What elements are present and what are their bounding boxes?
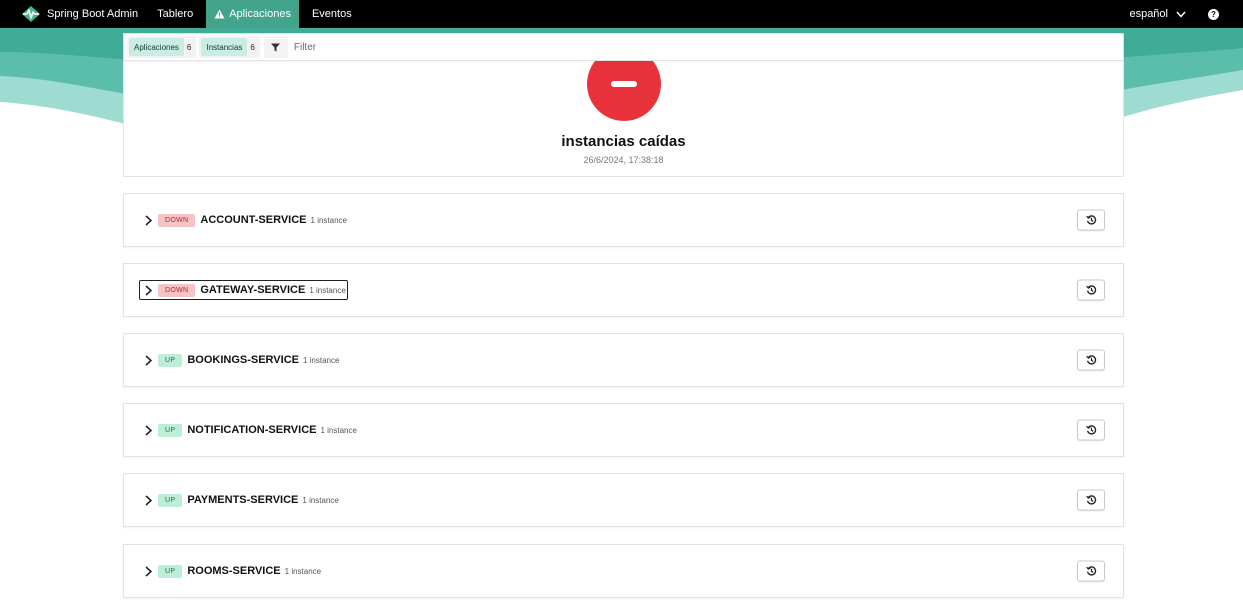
nav-aplicaciones-label: Aplicaciones — [229, 8, 291, 20]
application-name: BOOKINGS-SERVICE — [187, 354, 299, 366]
language-selector[interactable]: español — [1129, 8, 1186, 20]
applications-chip-label: Aplicaciones — [129, 38, 184, 56]
status-badge: UP — [158, 493, 183, 507]
history-icon — [1085, 566, 1096, 576]
chevron-right-icon[interactable] — [141, 493, 155, 507]
history-button[interactable] — [1077, 560, 1105, 582]
application-header[interactable]: UP ROOMS-SERVICE 1 instance — [139, 561, 323, 581]
instances-count-chip: Instancias 6 — [199, 36, 260, 58]
application-header[interactable]: DOWN GATEWAY-SERVICE 1 instance — [139, 280, 348, 300]
history-icon — [1085, 425, 1096, 435]
instance-count: 1 instance — [320, 425, 357, 435]
history-button[interactable] — [1077, 419, 1105, 441]
nav-tablero-label: Tablero — [157, 8, 194, 20]
history-icon — [1085, 355, 1096, 365]
instance-count: 1 instance — [302, 495, 339, 505]
instances-chip-label: Instancias — [201, 38, 248, 56]
status-timestamp: 26/6/2024, 17:38:18 — [583, 155, 664, 165]
instance-count: 1 instance — [309, 285, 346, 295]
filter-bar: Aplicaciones 6 Instancias 6 — [123, 33, 1124, 61]
filter-input[interactable] — [287, 34, 1123, 60]
nav-eventos-label: Eventos — [311, 8, 352, 20]
filter-icon[interactable] — [263, 36, 288, 58]
application-header[interactable]: UP PAYMENTS-SERVICE 1 instance — [139, 490, 341, 510]
history-icon — [1085, 495, 1096, 505]
history-icon — [1085, 285, 1096, 295]
status-badge: UP — [158, 353, 183, 367]
application-card[interactable]: UP NOTIFICATION-SERVICE 1 instance — [123, 403, 1124, 457]
history-button[interactable] — [1077, 279, 1105, 301]
brand-link[interactable]: Spring Boot Admin — [0, 0, 138, 28]
status-badge: DOWN — [158, 213, 196, 227]
nav-tablero[interactable]: Tablero — [148, 0, 202, 28]
instances-chip-count: 6 — [250, 42, 255, 52]
application-header[interactable]: DOWN ACCOUNT-SERVICE 1 instance — [139, 210, 349, 230]
brand-title: Spring Boot Admin — [47, 8, 139, 20]
application-name: NOTIFICATION-SERVICE — [187, 424, 317, 436]
application-card[interactable]: UP ROOMS-SERVICE 1 instance — [123, 544, 1124, 598]
spring-boot-admin-logo-icon — [20, 5, 42, 23]
status-badge: UP — [158, 564, 183, 578]
question-circle-icon[interactable]: ? — [1208, 8, 1219, 20]
nav-aplicaciones[interactable]: Aplicaciones — [206, 0, 299, 28]
application-card[interactable]: UP BOOKINGS-SERVICE 1 instance — [123, 333, 1124, 387]
instance-count: 1 instance — [302, 355, 340, 365]
application-name: PAYMENTS-SERVICE — [187, 494, 299, 506]
chevron-right-icon[interactable] — [141, 283, 155, 297]
status-summary-card: instancias caídas 26/6/2024, 17:38:18 — [123, 61, 1124, 177]
language-label: español — [1129, 8, 1168, 20]
application-name: GATEWAY-SERVICE — [200, 284, 306, 296]
chevron-down-icon — [1176, 11, 1186, 18]
chevron-right-icon[interactable] — [141, 213, 155, 227]
instance-count: 1 instance — [310, 215, 347, 225]
application-header[interactable]: UP BOOKINGS-SERVICE 1 instance — [139, 350, 341, 370]
application-card[interactable]: DOWN ACCOUNT-SERVICE 1 instance — [123, 193, 1124, 247]
applications-chip-count: 6 — [186, 42, 192, 52]
applications-count-chip: Aplicaciones 6 — [127, 36, 197, 58]
application-header[interactable]: UP NOTIFICATION-SERVICE 1 instance — [139, 420, 359, 440]
instance-count: 1 instance — [284, 566, 322, 576]
application-name: ROOMS-SERVICE — [187, 565, 281, 577]
warning-triangle-icon — [214, 9, 225, 19]
application-name: ACCOUNT-SERVICE — [200, 214, 307, 226]
history-button[interactable] — [1077, 349, 1105, 371]
history-button[interactable] — [1077, 489, 1105, 511]
status-badge: UP — [158, 423, 183, 437]
minus-circle-icon — [587, 61, 661, 121]
chevron-right-icon[interactable] — [141, 423, 155, 437]
application-card[interactable]: DOWN GATEWAY-SERVICE 1 instance — [123, 263, 1124, 317]
application-card[interactable]: UP PAYMENTS-SERVICE 1 instance — [123, 473, 1124, 527]
history-icon — [1085, 215, 1096, 225]
top-navbar: Spring Boot Admin Tablero Aplicaciones E… — [0, 0, 1243, 28]
history-button[interactable] — [1077, 209, 1105, 231]
nav-eventos[interactable]: Eventos — [303, 0, 361, 28]
chevron-right-icon[interactable] — [141, 353, 155, 367]
status-badge: DOWN — [158, 283, 196, 297]
status-title: instancias caídas — [561, 133, 686, 150]
chevron-right-icon[interactable] — [141, 564, 155, 578]
